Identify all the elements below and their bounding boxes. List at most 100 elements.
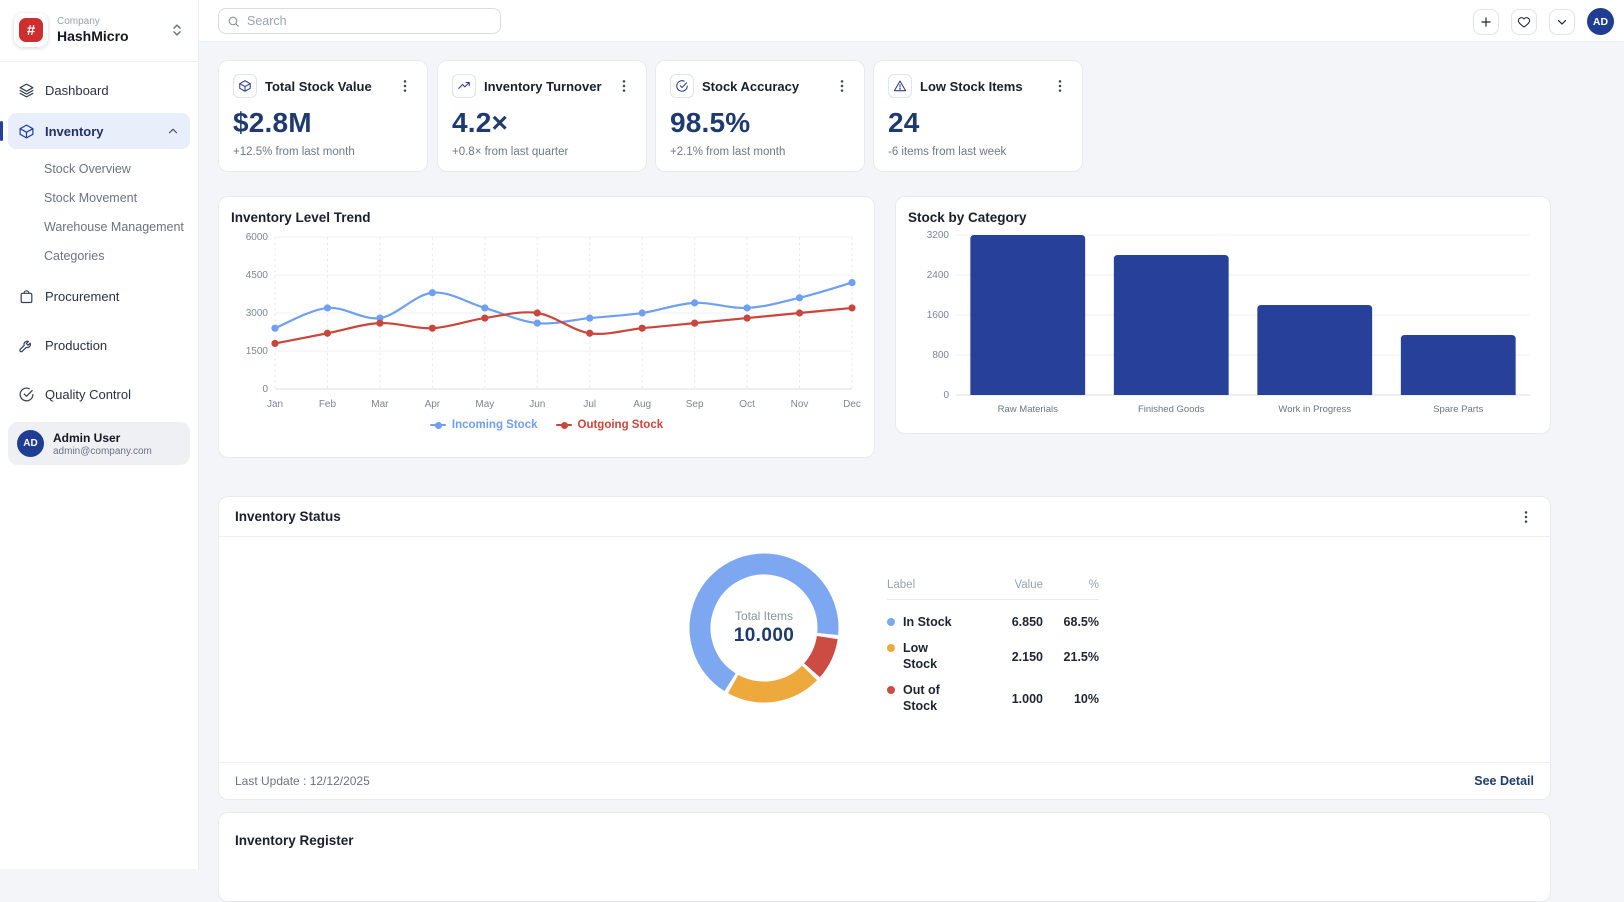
svg-text:Raw Materials: Raw Materials (998, 404, 1058, 415)
user-card[interactable]: AD Admin User admin@company.com (8, 422, 190, 465)
svg-text:Finished Goods: Finished Goods (1138, 404, 1205, 415)
table-row-pct: 21.5% (1063, 649, 1099, 664)
company-selector[interactable]: # Company HashMicro (0, 0, 198, 59)
table-row-label: In Stock (887, 609, 981, 636)
series-dot (887, 644, 895, 653)
sidebar-subitem-stock-movement[interactable]: Stock Movement (8, 183, 190, 212)
sidebar-nav: Dashboard Inventory Stock Overview Stock… (0, 72, 198, 412)
sidebar-item-label: Quality Control (45, 386, 131, 402)
favorites-button[interactable] (1511, 8, 1537, 35)
check-circle-icon (670, 74, 694, 98)
topbar-avatar[interactable]: AD (1587, 8, 1614, 35)
chart-title: Inventory Level Trend (231, 210, 371, 225)
cube-icon (233, 74, 257, 98)
column-header: % (1088, 579, 1099, 591)
kpi-value: $2.8M (233, 107, 312, 138)
series-dot (887, 617, 895, 626)
chevron-up-icon (168, 128, 178, 134)
donut-chart: Total Items 10.000 (689, 553, 839, 703)
chevron-down-icon (1557, 19, 1567, 25)
chart-title: Stock by Category (908, 210, 1027, 225)
company-switcher-icon[interactable] (168, 21, 186, 39)
sidebar-subitem-categories[interactable]: Categories (8, 241, 190, 270)
kebab-menu-icon[interactable] (834, 78, 850, 94)
kpi-value: 98.5% (670, 107, 751, 138)
svg-text:3000: 3000 (246, 308, 269, 319)
kpi-card-low-stock-items: Low Stock Items 24 -6 items from last we… (873, 60, 1083, 172)
kpi-value: 4.2× (452, 107, 509, 138)
add-button[interactable] (1473, 8, 1499, 35)
inventory-register-card: Inventory Register (218, 812, 1551, 902)
wrench-icon (19, 340, 31, 352)
svg-text:Spare Parts: Spare Parts (1433, 404, 1483, 415)
search-input[interactable] (247, 14, 492, 28)
kebab-menu-icon[interactable] (1052, 78, 1068, 94)
kebab-menu-icon[interactable] (397, 78, 413, 94)
legend-incoming-stock[interactable]: Incoming Stock (429, 419, 538, 431)
svg-text:0: 0 (943, 390, 949, 401)
svg-text:Jun: Jun (529, 399, 545, 410)
user-email: admin@company.com (53, 445, 152, 457)
inventory-level-trend-card: Inventory Level Trend 0 1500 3000 4500 6000 J… (218, 196, 875, 458)
inventory-status-card: Inventory Status Total Items 10.000 Labe… (218, 496, 1551, 800)
table-row-value: 1.000 (1011, 692, 1043, 706)
sidebar-item-production[interactable]: Production (8, 327, 190, 363)
svg-text:2400: 2400 (927, 270, 950, 281)
sidebar-item-quality-control[interactable]: Quality Control (8, 376, 190, 412)
svg-text:May: May (475, 399, 494, 410)
table-row-value: 2.150 (1011, 649, 1043, 664)
kpi-title: Low Stock Items (920, 78, 1023, 94)
svg-text:800: 800 (932, 350, 949, 361)
trend-up-icon (452, 74, 476, 98)
kpi-delta: -6 items from last week (888, 146, 1007, 158)
svg-text:Feb: Feb (319, 399, 337, 410)
panel-title: Inventory Register (235, 833, 354, 848)
sidebar-item-label: Dashboard (45, 82, 109, 98)
kebab-menu-icon[interactable] (1518, 509, 1534, 525)
stock-by-category-card: Stock by Category 0 800 1600 2400 3200 Raw Ma… (895, 196, 1551, 434)
company-name: HashMicro (57, 28, 129, 44)
legend-marker (429, 421, 446, 429)
svg-text:Nov: Nov (791, 399, 809, 410)
svg-text:Work in Progress: Work in Progress (1278, 404, 1351, 415)
kpi-card-total-stock-value: Total Stock Value $2.8M +12.5% from last… (218, 60, 428, 172)
series-dot (887, 686, 895, 695)
sidebar-item-inventory[interactable]: Inventory (0, 113, 190, 149)
sidebar-subitem-warehouse-management[interactable]: Warehouse Management (8, 212, 190, 241)
search-bar[interactable] (218, 8, 501, 34)
column-header: Value (1014, 579, 1043, 591)
kpi-title: Inventory Turnover (484, 78, 602, 94)
sidebar-item-label: Production (45, 337, 108, 353)
kpi-title: Total Stock Value (265, 78, 372, 94)
kebab-menu-icon[interactable] (616, 78, 632, 94)
kpi-card-stock-accuracy: Stock Accuracy 98.5% +2.1% from last mon… (655, 60, 865, 172)
sidebar-subitem-stock-overview[interactable]: Stock Overview (8, 154, 190, 183)
dropdown-button[interactable] (1549, 8, 1575, 35)
svg-text:4500: 4500 (246, 270, 269, 281)
table-row-label: Out of Stock (887, 678, 981, 720)
kpi-delta: +2.1% from last month (670, 146, 786, 158)
svg-text:Oct: Oct (739, 399, 755, 410)
kpi-title: Stock Accuracy (702, 78, 800, 94)
sidebar-item-label: Procurement (45, 288, 120, 304)
sidebar-item-dashboard[interactable]: Dashboard (8, 72, 190, 108)
svg-text:Aug: Aug (633, 399, 651, 410)
table-row-value: 6.850 (1011, 615, 1043, 630)
hashmicro-logo-mark: # (19, 18, 43, 42)
svg-text:0: 0 (262, 384, 268, 395)
legend-marker (555, 421, 572, 429)
user-name: Admin User (53, 430, 121, 445)
legend-outgoing-stock[interactable]: Outgoing Stock (555, 419, 663, 431)
cube-icon (19, 124, 34, 138)
user-avatar: AD (17, 430, 44, 457)
see-detail-link[interactable]: See Detail (1474, 774, 1534, 788)
topbar: AD (199, 0, 1624, 42)
status-table: Label Value % In Stock 6.850 68.5% Low S… (887, 579, 1099, 720)
svg-text:6000: 6000 (246, 232, 269, 243)
check-circle-icon (19, 387, 34, 401)
bar-chart: 0 800 1600 2400 3200 Raw Materials Finished Go… (927, 230, 1530, 415)
search-icon (228, 16, 239, 27)
sidebar-item-procurement[interactable]: Procurement (8, 278, 190, 314)
table-row-pct: 10% (1073, 692, 1099, 706)
svg-text:3200: 3200 (927, 230, 950, 241)
